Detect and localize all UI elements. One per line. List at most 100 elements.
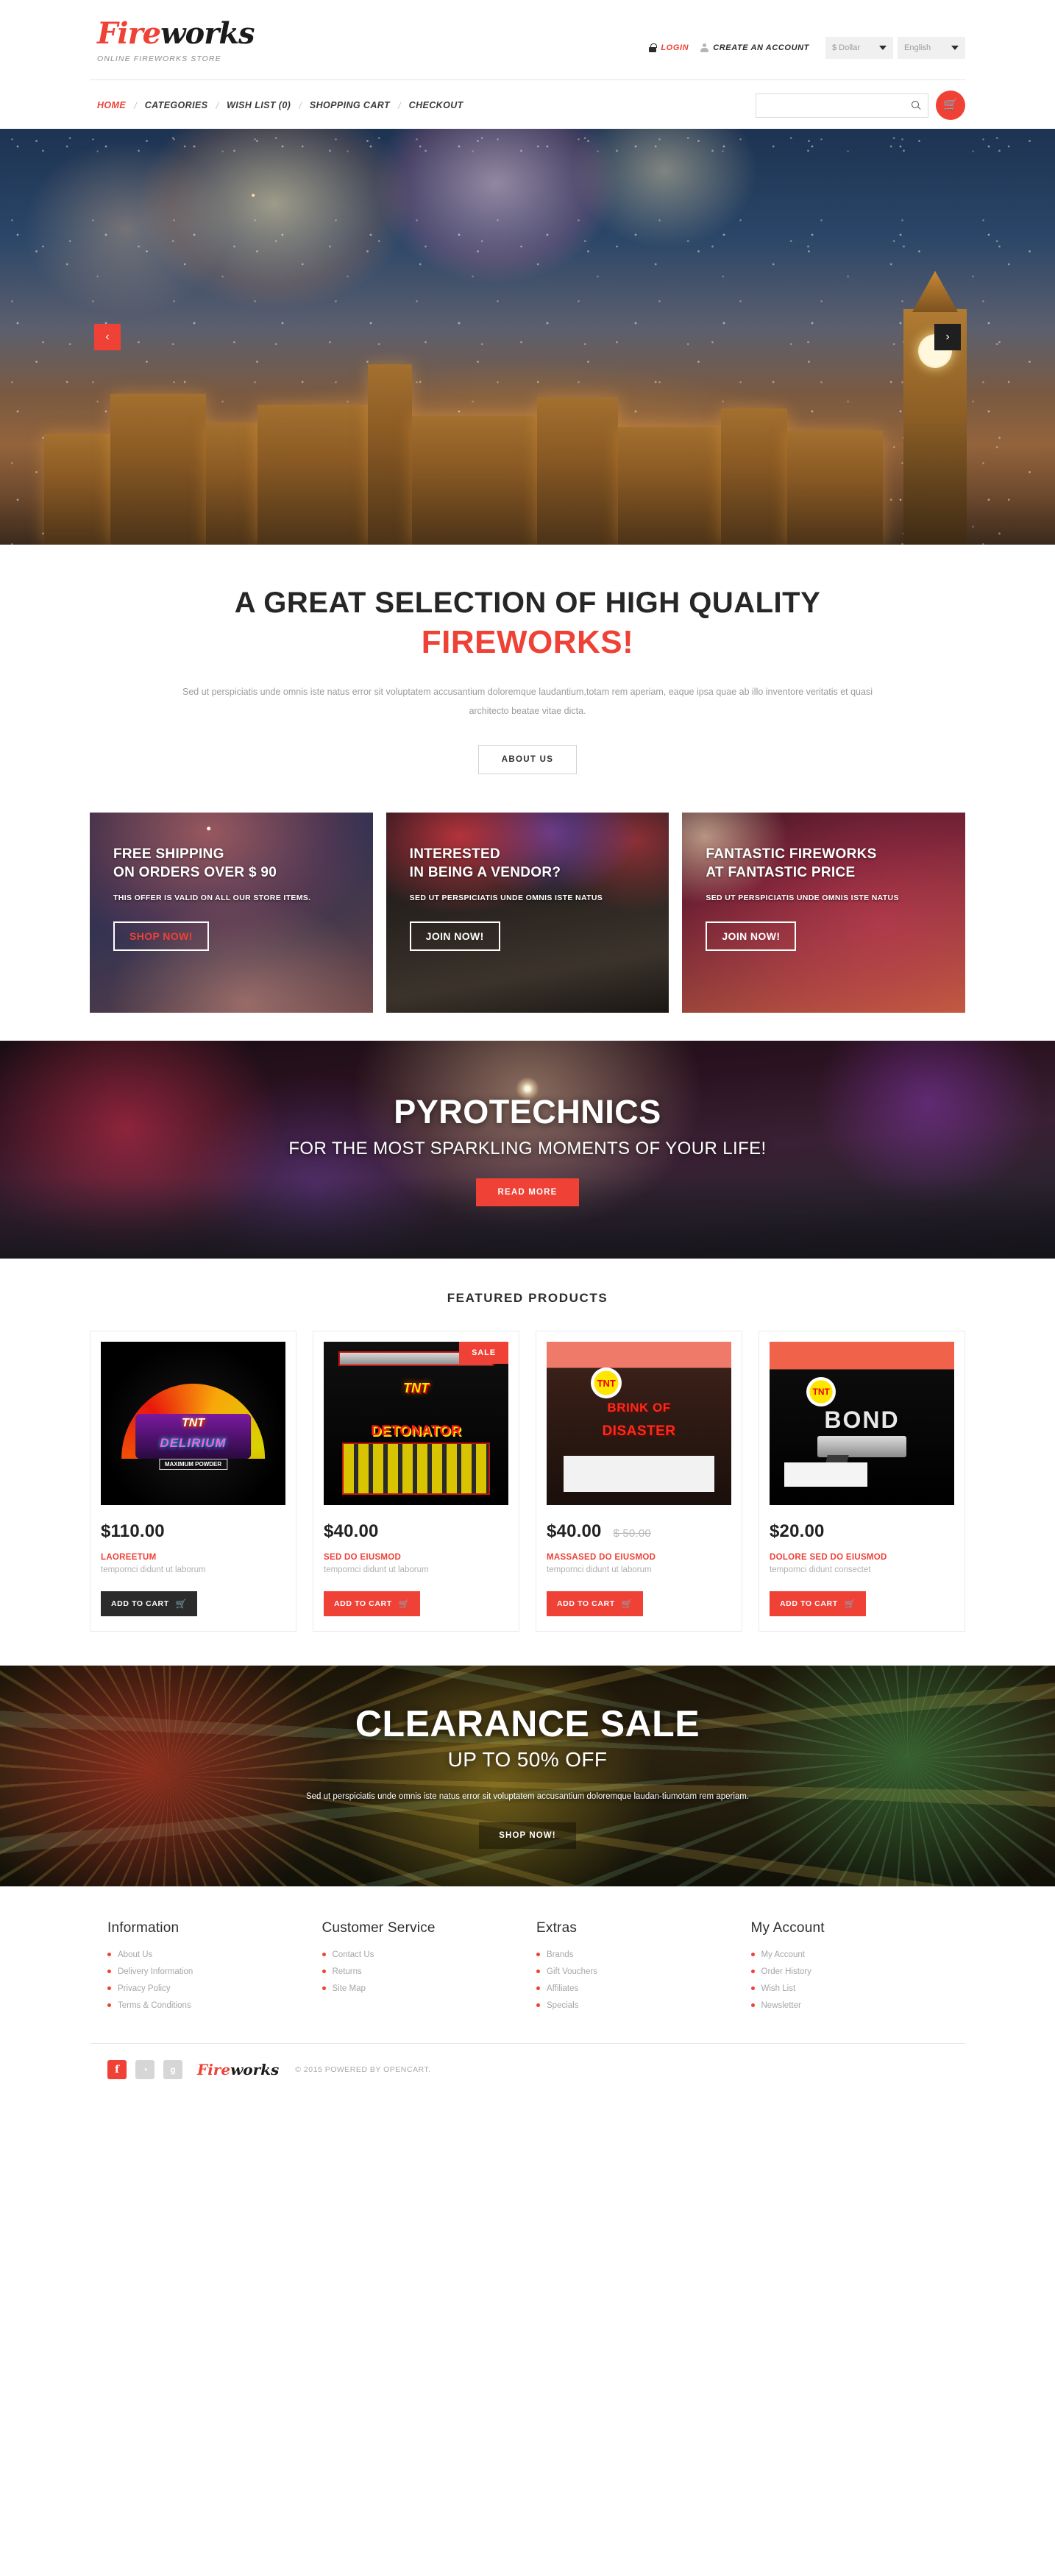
product-card[interactable]: TNT DELIRIUM MAXIMUM POWDER $110.00 LAOR… bbox=[90, 1330, 296, 1632]
cart-icon: 🛒 bbox=[398, 1598, 411, 1609]
product-card[interactable]: SALE TNT DETONATOR $40.00 SED DO EIUSMOD… bbox=[313, 1330, 519, 1632]
clearance-shop-now-button[interactable]: SHOP NOW! bbox=[479, 1822, 576, 1850]
product-image[interactable]: TNT DELIRIUM MAXIMUM POWDER bbox=[101, 1341, 285, 1505]
nav-item-home[interactable]: HOME bbox=[97, 100, 126, 110]
product-card[interactable]: TNT BRINK OF DISASTER $40.00 $ 50.00 MAS… bbox=[536, 1330, 742, 1632]
footer-link[interactable]: Privacy Policy bbox=[118, 1984, 171, 1993]
promo-row-wrap: FREE SHIPPING ON ORDERS OVER $ 90 THIS O… bbox=[90, 813, 966, 1041]
brand-block[interactable]: Fireworks ONLINE FIREWORKS STORE bbox=[90, 19, 255, 64]
add-to-cart-button[interactable]: ADD TO CART 🛒 bbox=[547, 1590, 644, 1616]
nav-item-wish-list[interactable]: WISH LIST (0) bbox=[227, 100, 291, 110]
add-to-cart-button[interactable]: ADD TO CART 🛒 bbox=[324, 1590, 421, 1616]
list-item[interactable]: About Us bbox=[107, 1950, 322, 1959]
search-input[interactable] bbox=[764, 101, 912, 110]
promo-title: INTERESTED IN BEING A VENDOR? bbox=[410, 845, 669, 882]
list-item[interactable]: Terms & Conditions bbox=[107, 2001, 322, 2010]
product-image[interactable]: SALE TNT DETONATOR bbox=[324, 1341, 508, 1505]
site-header: Fireworks ONLINE FIREWORKS STORE LOGIN C… bbox=[0, 0, 1055, 129]
footer-link[interactable]: Site Map bbox=[333, 1984, 366, 1993]
promo-title-line2: IN BEING A VENDOR? bbox=[409, 864, 561, 880]
nav-item-checkout[interactable]: CHECKOUT bbox=[409, 100, 463, 110]
add-to-cart-button[interactable]: ADD TO CART 🛒 bbox=[770, 1590, 867, 1616]
add-to-cart-button[interactable]: ADD TO CART 🛒 bbox=[101, 1590, 198, 1616]
footer-link[interactable]: Terms & Conditions bbox=[118, 2001, 191, 2010]
product-card[interactable]: TNT BOND $20.00 DOLORE SED DO EIUSMOD te… bbox=[759, 1330, 965, 1632]
footer-column-extras: Extras Brands Gift Vouchers Affiliates S… bbox=[536, 1920, 751, 2018]
list-item[interactable]: My Account bbox=[750, 1950, 966, 1959]
artwork-name: BRINK OF bbox=[607, 1400, 671, 1415]
nav-item-shopping-cart[interactable]: SHOPPING CART bbox=[310, 100, 390, 110]
footer-link[interactable]: Returns bbox=[333, 1967, 362, 1976]
login-link[interactable]: LOGIN bbox=[649, 43, 689, 52]
list-item[interactable]: Privacy Policy bbox=[107, 1984, 322, 1993]
list-item[interactable]: Order History bbox=[750, 1967, 966, 1976]
list-item[interactable]: Delivery Information bbox=[107, 1967, 322, 1976]
hero-prev-button[interactable]: ‹ bbox=[94, 323, 121, 350]
product-old-price: $ 50.00 bbox=[613, 1526, 651, 1540]
add-to-cart-label: ADD TO CART bbox=[780, 1599, 838, 1608]
cart-button[interactable]: 🛒 bbox=[936, 91, 965, 120]
promo-cta-button[interactable]: JOIN NOW! bbox=[706, 921, 797, 951]
add-to-cart-label: ADD TO CART bbox=[557, 1599, 615, 1608]
footer-link[interactable]: Order History bbox=[761, 1967, 811, 1976]
list-item[interactable]: Specials bbox=[536, 2001, 751, 2010]
footer-link[interactable]: Affiliates bbox=[547, 1984, 578, 1993]
nav-separator: / bbox=[398, 99, 401, 111]
create-account-link[interactable]: CREATE AN ACCOUNT bbox=[700, 43, 809, 52]
hero-next-button[interactable]: › bbox=[934, 323, 961, 350]
promo-card-free-shipping[interactable]: FREE SHIPPING ON ORDERS OVER $ 90 THIS O… bbox=[90, 813, 373, 1013]
footer-link[interactable]: Newsletter bbox=[761, 2001, 801, 2010]
nav-item-categories[interactable]: CATEGORIES bbox=[145, 100, 208, 110]
promo-subtitle: THIS OFFER IS VALID ON ALL OUR STORE ITE… bbox=[113, 893, 311, 902]
sale-badge: SALE bbox=[459, 1341, 508, 1364]
read-more-button[interactable]: READ MORE bbox=[476, 1178, 579, 1206]
list-item[interactable]: Gift Vouchers bbox=[536, 1967, 751, 1976]
brand-tagline: ONLINE FIREWORKS STORE bbox=[97, 54, 221, 63]
product-name[interactable]: SED DO EIUSMOD bbox=[324, 1553, 508, 1562]
product-name[interactable]: LAOREETUM bbox=[101, 1553, 285, 1562]
product-name[interactable]: DOLORE SED DO EIUSMOD bbox=[770, 1553, 954, 1562]
nav-separator: / bbox=[299, 99, 302, 111]
list-item[interactable]: Contact Us bbox=[322, 1950, 537, 1959]
list-item[interactable]: Affiliates bbox=[536, 1984, 751, 1993]
footer-link[interactable]: My Account bbox=[761, 1950, 805, 1959]
rss-icon[interactable]: ◔ bbox=[135, 2059, 154, 2079]
footer-link[interactable]: Contact Us bbox=[333, 1950, 374, 1959]
promo-card-vendor[interactable]: INTERESTED IN BEING A VENDOR? SED UT PER… bbox=[386, 813, 669, 1013]
currency-select[interactable]: $ Dollar bbox=[825, 37, 893, 59]
list-item[interactable]: Returns bbox=[322, 1967, 537, 1976]
footer-link[interactable]: Delivery Information bbox=[118, 1967, 193, 1976]
footer-logo[interactable]: Fireworks bbox=[197, 2061, 279, 2078]
list-item[interactable]: Wish List bbox=[750, 1984, 966, 1993]
facebook-icon[interactable]: f bbox=[107, 2059, 127, 2079]
search-icon[interactable] bbox=[912, 101, 920, 110]
nav-separator: / bbox=[134, 99, 137, 111]
footer-link[interactable]: Specials bbox=[547, 2001, 578, 2010]
product-price: $40.00 $ 50.00 bbox=[547, 1521, 731, 1542]
hero-skyline bbox=[0, 302, 1055, 545]
promo-card-fantastic-price[interactable]: FANTASTIC FIREWORKS AT FANTASTIC PRICE S… bbox=[682, 813, 966, 1013]
product-image[interactable]: TNT BRINK OF DISASTER bbox=[547, 1341, 731, 1505]
footer-link[interactable]: Wish List bbox=[761, 1984, 796, 1993]
product-description: tempornci didunt consectet bbox=[770, 1565, 871, 1574]
language-select[interactable]: English bbox=[898, 37, 965, 59]
promo-title-line1: FREE SHIPPING bbox=[113, 846, 224, 862]
promo-cta-button[interactable]: JOIN NOW! bbox=[409, 921, 500, 951]
promo-cta-button[interactable]: SHOP NOW! bbox=[113, 921, 209, 951]
list-item[interactable]: Brands bbox=[536, 1950, 751, 1959]
about-us-button[interactable]: ABOUT US bbox=[477, 744, 578, 774]
product-artwork-detonator: TNT DETONATOR bbox=[324, 1341, 508, 1505]
bullet-icon bbox=[107, 2003, 111, 2008]
footer-link[interactable]: About Us bbox=[118, 1950, 152, 1959]
clearance-subtitle: UP TO 50% OFF bbox=[447, 1747, 608, 1771]
google-plus-icon[interactable]: g bbox=[163, 2059, 182, 2079]
product-image[interactable]: TNT BOND bbox=[770, 1341, 954, 1505]
list-item[interactable]: Site Map bbox=[322, 1984, 537, 1993]
artwork-name: BOND bbox=[824, 1406, 900, 1434]
footer-link[interactable]: Brands bbox=[547, 1950, 573, 1959]
site-logo[interactable]: Fireworks bbox=[97, 19, 255, 49]
footer-link[interactable]: Gift Vouchers bbox=[547, 1967, 597, 1976]
list-item[interactable]: Newsletter bbox=[750, 2001, 966, 2010]
product-name[interactable]: MASSASED DO EIUSMOD bbox=[547, 1553, 731, 1562]
search-box[interactable] bbox=[756, 93, 928, 118]
